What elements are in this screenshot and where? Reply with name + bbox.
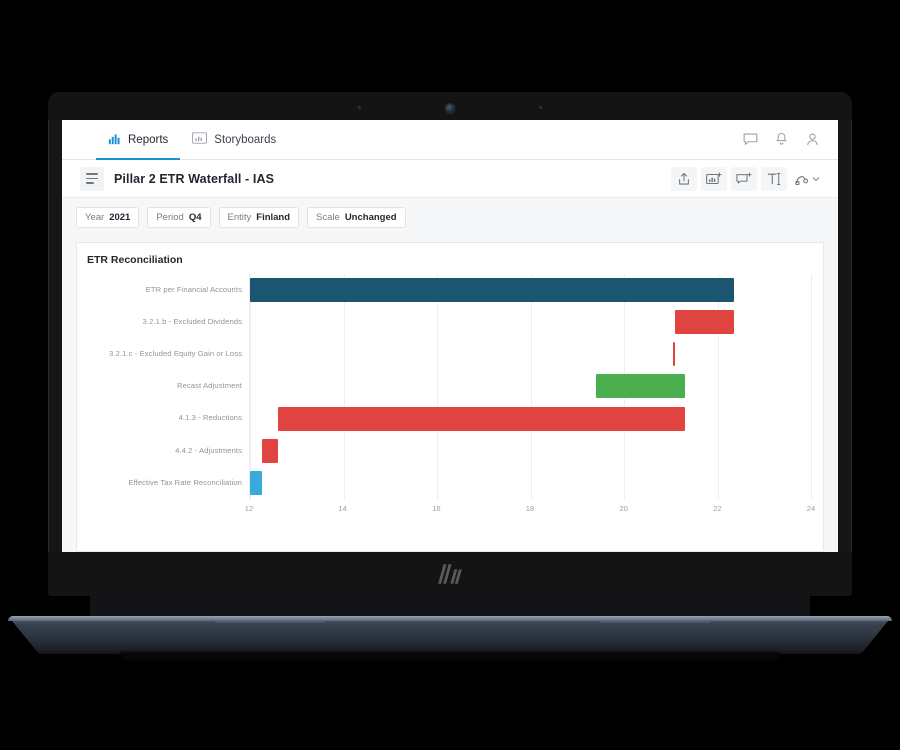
filter-value-entity: Finland xyxy=(256,211,291,223)
category-label: Recast Adjustment xyxy=(176,381,242,391)
laptop-lid: Reports Storyboards Pillar 2 ETR Waterfa… xyxy=(48,92,852,596)
comment-icon[interactable] xyxy=(743,132,758,147)
laptop-base xyxy=(8,616,892,654)
page-title: Pillar 2 ETR Waterfall - IAS xyxy=(114,171,275,186)
category-label: ETR per Financial Accounts xyxy=(145,284,242,294)
bar-row xyxy=(250,403,811,435)
bar-increase[interactable] xyxy=(595,374,685,399)
add-comment-icon[interactable] xyxy=(731,166,757,191)
chart-title: ETR Reconciliation xyxy=(87,254,183,266)
filter-chip-year[interactable]: Year 2021 xyxy=(76,206,140,228)
report-toolbar xyxy=(671,166,824,191)
webcam-icon xyxy=(445,104,455,113)
category-axis: ETR per Financial Accounts 3.2.1.b - Excl… xyxy=(87,274,249,499)
plot-area xyxy=(249,274,812,499)
filter-label-year: Year xyxy=(85,211,105,223)
bar-series xyxy=(250,274,811,499)
bar-row xyxy=(250,467,811,499)
laptop-scene: Reports Storyboards Pillar 2 ETR Waterfa… xyxy=(0,0,900,750)
filter-chip-entity[interactable]: Entity Finland xyxy=(218,206,300,228)
filter-value-period: Q4 xyxy=(188,211,202,223)
x-axis-tick: 14 xyxy=(338,504,347,513)
tab-storyboards[interactable]: Storyboards xyxy=(180,121,288,160)
filter-chip-period[interactable]: Period Q4 xyxy=(147,206,211,228)
share-export-icon[interactable] xyxy=(671,166,697,191)
tab-storyboards-label: Storyboards xyxy=(214,133,277,146)
filter-label-scale: Scale xyxy=(316,211,340,223)
gridline xyxy=(811,274,812,499)
screen-bottom-bezel xyxy=(48,552,852,596)
category-label: 3.2.1.c - Excluded Equity Gain or Loss xyxy=(109,349,242,359)
hp-logo xyxy=(427,561,473,587)
hamburger-menu-icon[interactable] xyxy=(80,166,104,191)
x-axis-tick: 16 xyxy=(432,504,441,513)
sensor-dot-right xyxy=(539,106,542,109)
chart-card-wrapper: ETR Reconciliation ETR per Financial Acc… xyxy=(62,236,838,552)
screen-top-bezel xyxy=(48,92,852,120)
chevron-down-icon xyxy=(812,176,820,181)
filter-value-year: 2021 xyxy=(109,211,131,223)
category-label: 3.2.1.b - Excluded Dividends xyxy=(142,317,242,327)
filter-chip-scale[interactable]: Scale Unchanged xyxy=(307,206,406,228)
category-label: 4.1.3 - Reductions xyxy=(178,413,242,423)
bell-icon[interactable] xyxy=(774,132,789,147)
bar-row xyxy=(250,338,811,370)
waterfall-chart[interactable]: ETR per Financial Accounts 3.2.1.b - Excl… xyxy=(87,274,815,524)
x-axis-tick: 12 xyxy=(244,504,254,513)
x-axis-tick: 20 xyxy=(619,504,628,513)
sensor-dot-left xyxy=(358,106,361,109)
laptop-base-lip xyxy=(8,616,892,621)
filter-value-scale: Unchanged xyxy=(344,211,397,223)
bar-chart-icon xyxy=(108,132,121,148)
laptop-base-shadow xyxy=(120,652,780,661)
add-chart-icon[interactable] xyxy=(701,166,727,191)
bar-row xyxy=(250,306,811,338)
filter-chip-bar: Year 2021 Period Q4 Entity Finland Scale… xyxy=(62,198,838,236)
category-label: 4.4.2 - Adjustments xyxy=(175,445,242,455)
tab-reports[interactable]: Reports xyxy=(96,121,181,160)
tab-reports-label: Reports xyxy=(128,133,169,146)
x-axis-tick: 22 xyxy=(713,504,722,513)
bar-decrease[interactable] xyxy=(675,310,734,335)
bar-row xyxy=(250,274,811,306)
bar-row xyxy=(250,370,811,402)
bar-decrease[interactable] xyxy=(672,342,676,367)
filter-label-period: Period xyxy=(156,211,184,223)
x-axis: 12 14 16 18 20 22 24 xyxy=(245,499,815,521)
base-seam-left xyxy=(215,621,325,623)
top-navigation-bar: Reports Storyboards xyxy=(62,120,838,160)
bar-row xyxy=(250,435,811,467)
bar-total[interactable] xyxy=(250,470,262,495)
shape-tool-icon[interactable] xyxy=(791,167,824,191)
base-seam-right xyxy=(600,621,710,623)
text-tool-icon[interactable] xyxy=(761,166,787,191)
nav-icon-group xyxy=(743,120,824,159)
laptop-screen: Reports Storyboards Pillar 2 ETR Waterfa… xyxy=(62,120,838,552)
application-window: Reports Storyboards Pillar 2 ETR Waterfa… xyxy=(62,120,838,552)
chart-card[interactable]: ETR Reconciliation ETR per Financial Acc… xyxy=(76,242,824,552)
category-label: Effective Tax Rate Reconciliation xyxy=(128,477,242,487)
x-axis-tick: 18 xyxy=(525,504,535,513)
report-title-bar: Pillar 2 ETR Waterfall - IAS xyxy=(62,160,838,198)
bar-decrease[interactable] xyxy=(278,406,685,431)
x-axis-tick: 24 xyxy=(806,504,816,513)
filter-label-entity: Entity xyxy=(227,211,252,223)
user-profile-icon[interactable] xyxy=(805,132,820,147)
bar-decrease[interactable] xyxy=(261,438,279,463)
storyboard-icon xyxy=(192,132,208,147)
bar-total[interactable] xyxy=(250,278,734,303)
